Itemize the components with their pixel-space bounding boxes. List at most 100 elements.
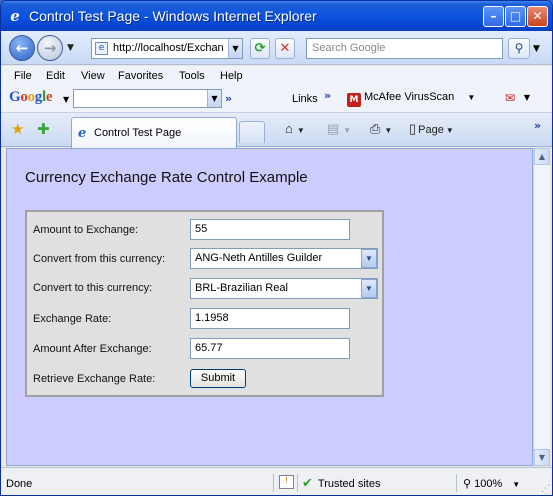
popup-blocker-icon[interactable]: ! — [279, 475, 294, 489]
currency-exchange-panel: Amount to Exchange: 55 Convert from this… — [25, 210, 384, 397]
zoom-dropdown-icon: ▼ — [512, 480, 521, 489]
amount-label: Amount to Exchange: — [33, 224, 139, 236]
print-button[interactable]: ⎙ ▼ — [370, 121, 392, 137]
menu-tools[interactable]: Tools — [179, 70, 205, 82]
links-label[interactable]: Links — [292, 93, 318, 105]
to-currency-value: BRL-Brazilian Real — [195, 282, 288, 294]
google-toolbar: Google ▼ ▼ » Links » M McAfee VirusScan ▼… — [1, 86, 552, 113]
search-options-dropdown[interactable]: ▼ — [533, 44, 540, 54]
menu-view[interactable]: View — [81, 70, 105, 82]
menu-file[interactable]: File — [14, 70, 32, 82]
from-currency-select[interactable]: ANG-Neth Antilles Guilder ▼ — [190, 248, 378, 269]
back-arrow-icon: ← — [15, 39, 29, 57]
rss-icon: ▤ — [327, 121, 340, 136]
from-currency-label: Convert from this currency: — [33, 253, 166, 265]
address-bar[interactable]: e http://localhost/Exchan ▼ — [91, 38, 243, 59]
menu-bar: File Edit View Favorites Tools Help — [1, 66, 552, 86]
exchange-rate-input[interactable]: 1.1958 — [190, 308, 350, 329]
title-bar[interactable]: e Control Test Page - Windows Internet E… — [1, 1, 552, 31]
page-menu-button[interactable]: ▯ Page ▼ — [409, 121, 454, 137]
google-search-dropdown[interactable]: ▼ — [207, 90, 221, 107]
address-dropdown[interactable]: ▼ — [228, 39, 242, 58]
search-input[interactable]: Search Google — [306, 38, 503, 59]
to-currency-select[interactable]: BRL-Brazilian Real ▼ — [190, 278, 378, 299]
refresh-icon: ⟳ — [254, 41, 266, 56]
from-currency-value: ANG-Neth Antilles Guilder — [195, 252, 323, 264]
print-dropdown-icon: ▼ — [384, 126, 393, 135]
tab-ie-icon: e — [78, 126, 87, 141]
zoom-level: 100% — [474, 478, 503, 490]
menu-favorites[interactable]: Favorites — [118, 70, 163, 82]
checkmark-icon: ✔ — [302, 476, 313, 491]
forward-arrow-icon: → — [43, 39, 57, 57]
mcafee-button[interactable]: M McAfee VirusScan ▼ — [347, 91, 475, 107]
links-more-icon[interactable]: » — [324, 89, 331, 102]
refresh-button[interactable]: ⟳ — [250, 38, 270, 59]
stop-icon: ✕ — [279, 41, 291, 56]
favorites-star-icon[interactable]: ★ — [11, 120, 24, 138]
amount-after-label: Amount After Exchange: — [33, 343, 152, 355]
page-dropdown-icon: ▼ — [445, 126, 454, 135]
search-icon: ⚲ — [514, 41, 524, 55]
stop-button[interactable]: ✕ — [275, 38, 295, 59]
vertical-scrollbar[interactable]: ▲ ▼ — [533, 148, 550, 466]
submit-button[interactable]: Submit — [190, 369, 246, 388]
ie-logo-icon: e — [10, 7, 20, 25]
page-icon: ▯ — [409, 121, 417, 136]
menu-help[interactable]: Help — [220, 70, 243, 82]
forward-button[interactable]: → — [37, 35, 63, 61]
home-icon: ⌂ — [285, 121, 293, 136]
page-menu-label: Page — [418, 124, 444, 136]
status-text: Done — [6, 478, 33, 490]
page-title: Currency Exchange Rate Control Example — [25, 169, 308, 186]
maximize-button[interactable]: □ — [505, 6, 526, 27]
close-button[interactable]: ✕ — [527, 6, 548, 27]
recent-pages-dropdown[interactable]: ▼ — [67, 43, 74, 53]
status-divider — [297, 474, 298, 492]
mcafee-dropdown-icon: ▼ — [467, 93, 476, 102]
resize-grip-icon[interactable]: ⋰ — [541, 484, 550, 494]
google-menu-dropdown[interactable]: ▼ — [63, 95, 69, 104]
zoom-control[interactable]: ⚲ 100% ▼ — [463, 477, 520, 490]
chevron-down-icon[interactable]: ▼ — [361, 249, 377, 268]
navigation-bar: ← → ▼ e http://localhost/Exchan ▼ ⟳ ✕ Se… — [1, 31, 552, 65]
google-search-input[interactable]: ▼ — [73, 89, 222, 108]
scroll-down-button[interactable]: ▼ — [534, 449, 550, 466]
magnifier-icon: ⚲ — [463, 478, 475, 490]
site-advisor-dropdown-icon[interactable]: ▼ — [519, 90, 535, 106]
minimize-button[interactable]: – — [483, 6, 504, 27]
tab-control-test-page[interactable]: e Control Test Page — [71, 117, 237, 148]
to-currency-label: Convert to this currency: — [33, 282, 153, 294]
tab-row: ★ ✚ e Control Test Page ⌂ ▼ ▤ ▼ ⎙ ▼ ▯ Page ▼ … — [1, 113, 552, 148]
feeds-button[interactable]: ▤ ▼ — [327, 121, 351, 137]
zone-label: Trusted sites — [317, 478, 381, 490]
new-tab-button[interactable] — [239, 121, 265, 143]
google-toolbar-more-icon[interactable]: » — [225, 92, 232, 105]
status-divider — [456, 474, 457, 492]
exchange-rate-label: Exchange Rate: — [33, 313, 112, 325]
amount-after-input[interactable]: 65.77 — [190, 338, 350, 359]
search-button[interactable]: ⚲ — [508, 38, 530, 59]
printer-icon: ⎙ — [370, 121, 381, 136]
tab-label: Control Test Page — [94, 127, 182, 139]
page-icon: e — [95, 42, 108, 55]
menu-edit[interactable]: Edit — [46, 70, 65, 82]
page-content: Currency Exchange Rate Control Example A… — [6, 148, 533, 466]
mcafee-icon: M — [347, 93, 361, 107]
feeds-dropdown-icon: ▼ — [343, 126, 352, 135]
home-button[interactable]: ⌂ ▼ — [285, 121, 305, 136]
amount-input[interactable]: 55 — [190, 219, 350, 240]
chevron-down-icon[interactable]: ▼ — [361, 279, 377, 298]
back-button[interactable]: ← — [9, 35, 35, 61]
mcafee-label: McAfee VirusScan — [364, 91, 455, 103]
command-bar-more-icon[interactable]: » — [534, 119, 541, 132]
scroll-up-button[interactable]: ▲ — [534, 148, 550, 165]
security-zone[interactable]: ✔ Trusted sites — [302, 476, 380, 491]
address-input[interactable]: http://localhost/Exchan — [113, 42, 226, 54]
home-dropdown-icon: ▼ — [296, 126, 305, 135]
add-favorites-icon[interactable]: ✚ — [37, 120, 50, 138]
status-bar: Done ! ✔ Trusted sites ⚲ 100% ▼ ⋰ — [1, 467, 552, 495]
site-advisor-icon[interactable]: ✉ — [502, 90, 518, 106]
retrieve-rate-label: Retrieve Exchange Rate: — [33, 373, 156, 385]
google-logo[interactable]: Google — [9, 89, 53, 106]
